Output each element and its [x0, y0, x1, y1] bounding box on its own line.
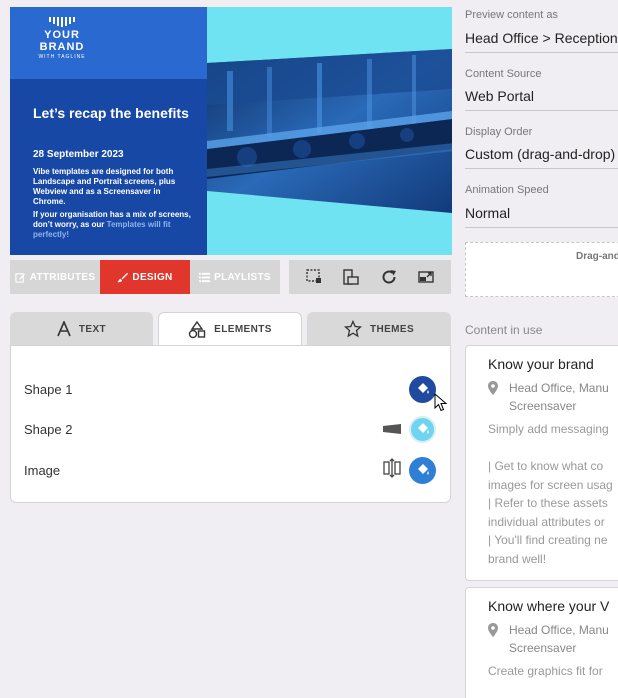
popout-button[interactable]	[415, 266, 437, 288]
list-icon	[199, 272, 211, 282]
element-row-shape-2[interactable]: Shape 2	[24, 414, 436, 444]
star-icon	[343, 320, 362, 338]
element-row-shape-1[interactable]: Shape 1	[24, 374, 436, 404]
content-in-use-title: Content in use	[465, 323, 543, 337]
image-color-picker[interactable]	[409, 456, 436, 484]
location-pin-icon	[488, 623, 498, 637]
popout-icon	[418, 271, 434, 283]
attributes-label: ATTRIBUTES	[29, 271, 96, 283]
preview-factory-image	[207, 49, 452, 213]
edit-icon	[15, 272, 25, 283]
shape-2-color-picker[interactable]	[409, 415, 436, 443]
location-pin-icon	[488, 381, 498, 395]
paint-bucket-icon	[417, 423, 429, 434]
content-card-location: Head Office, Manu Screensaver	[488, 621, 609, 657]
tab-themes[interactable]: THEMES	[307, 312, 451, 346]
element-label: Shape 2	[24, 421, 73, 437]
content-source-select[interactable]: Web Portal	[465, 88, 618, 111]
content-card[interactable]: Know your brand Head Office, Manu Screen…	[465, 345, 618, 581]
brand-name: YOUR BRAND	[39, 29, 85, 53]
tab-text[interactable]: TEXT	[10, 312, 153, 346]
image-resize-button[interactable]	[383, 457, 401, 483]
content-card-description: Create graphics fit for	[488, 664, 603, 678]
content-source-label: Content Source	[465, 68, 542, 80]
shape-preview-icon	[383, 424, 401, 434]
tab-elements-label: ELEMENTS	[214, 324, 272, 335]
crop-area-icon	[306, 269, 321, 283]
display-order-label: Display Order	[465, 126, 533, 138]
brand-logo: YOUR BRAND WITH TAGLINE	[22, 17, 102, 60]
paint-bucket-icon	[417, 383, 429, 394]
tab-elements[interactable]: ELEMENTS	[158, 312, 302, 346]
brand-tagline: WITH TAGLINE	[38, 54, 86, 60]
preview-as-label: Preview content as	[465, 9, 558, 21]
element-label: Shape 1	[24, 381, 73, 397]
animation-speed-select[interactable]: Normal	[465, 205, 618, 228]
element-row-image[interactable]: Image	[24, 455, 436, 485]
preview-body: Vibe templates are designed for both Lan…	[33, 167, 193, 243]
tab-text-label: TEXT	[78, 323, 107, 335]
content-card[interactable]: Know where your V Head Office, Manu Scre…	[465, 587, 618, 698]
drop-zone-text: Drag-and	[576, 251, 618, 262]
playlists-button[interactable]: PLAYLISTS	[190, 260, 280, 294]
refresh-button[interactable]	[378, 266, 400, 288]
shapes-icon	[188, 320, 206, 338]
preview-body-paragraph: Vibe templates are designed for both Lan…	[33, 167, 176, 206]
paint-bucket-icon	[417, 464, 429, 475]
tab-themes-label: THEMES	[369, 323, 415, 335]
refresh-icon	[382, 270, 396, 284]
content-preview: YOUR BRAND WITH TAGLINE Let’s recap the …	[10, 7, 452, 255]
drop-zone[interactable]: Drag-and	[465, 242, 618, 297]
resize-vertical-icon	[383, 457, 401, 478]
orientation-icon	[343, 269, 359, 285]
attributes-button[interactable]: ATTRIBUTES	[10, 260, 100, 294]
content-card-location: Head Office, Manu Screensaver	[488, 379, 609, 415]
preview-body-paragraph: If your organisation has a mix of screen…	[33, 210, 191, 239]
design-label: DESIGN	[132, 271, 173, 283]
preview-date: 28 September 2023	[33, 149, 124, 160]
text-icon	[57, 321, 71, 337]
crop-area-button[interactable]	[303, 266, 325, 288]
orientation-button[interactable]	[340, 266, 362, 288]
playlists-label: PLAYLISTS	[214, 271, 271, 283]
content-card-title: Know your brand	[488, 356, 594, 372]
design-button[interactable]: DESIGN	[100, 260, 190, 294]
preview-tools	[289, 260, 451, 294]
content-card-description: Simply add messaging | Get to know what …	[488, 422, 613, 566]
paintbrush-icon	[117, 272, 129, 282]
preview-as-select[interactable]: Head Office > Reception	[465, 30, 618, 53]
editor-mode-toolbar: ATTRIBUTES DESIGN PLAYLISTS	[10, 260, 280, 294]
display-order-select[interactable]: Custom (drag-and-drop)	[465, 146, 618, 169]
shape-1-color-picker[interactable]	[409, 375, 436, 403]
animation-speed-label: Animation Speed	[465, 184, 549, 196]
mouse-cursor-icon	[434, 393, 448, 412]
content-card-title: Know where your V	[488, 598, 610, 614]
element-label: Image	[24, 462, 61, 478]
elements-panel: Shape 1 Shape 2 Image	[10, 345, 451, 503]
preview-headline: Let’s recap the benefits	[33, 105, 189, 121]
